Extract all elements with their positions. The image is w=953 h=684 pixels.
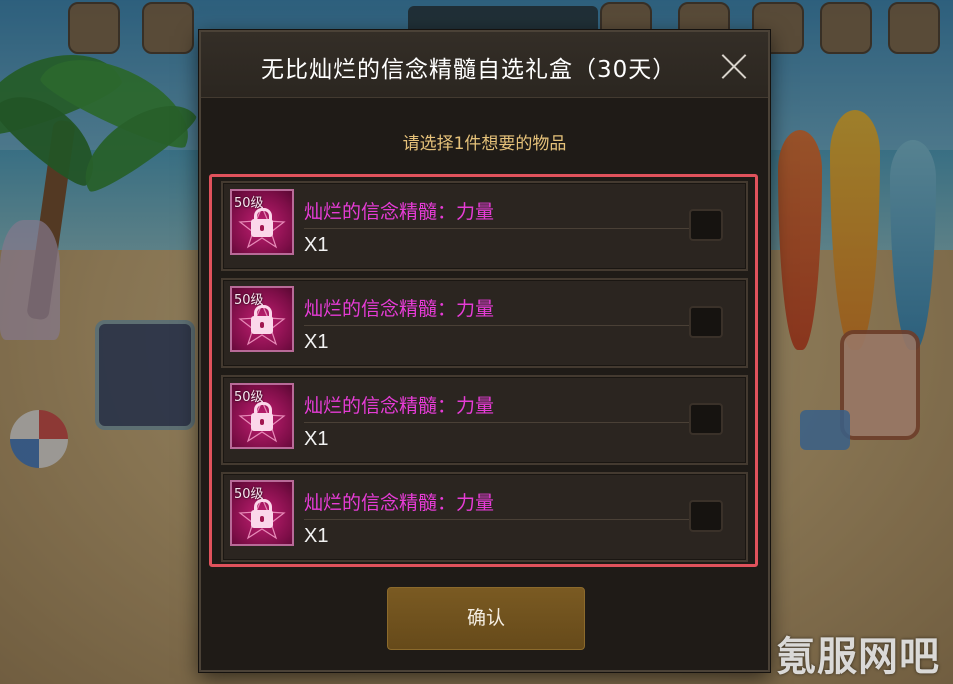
item-divider: [304, 519, 698, 520]
item-quantity: X1: [304, 525, 329, 547]
item-checkbox[interactable]: [689, 500, 723, 532]
item-checkbox[interactable]: [689, 306, 723, 338]
dialog-title: 无比灿烂的信念精髓自选礼盒（30天）: [261, 57, 677, 83]
item-quantity: X1: [304, 428, 329, 450]
lock-icon: [251, 208, 273, 237]
item-divider: [304, 228, 698, 229]
item-icon: 50级: [230, 383, 294, 449]
item-list: 50级 灿烂的信念精髓：力量 X1 50级 灿烂的信念精髓：力量 X1 50级 …: [209, 174, 758, 567]
item-checkbox[interactable]: [689, 209, 723, 241]
gift-box-dialog: 无比灿烂的信念精髓自选礼盒（30天） 请选择1件想要的物品 50级 灿烂的信念精…: [199, 30, 770, 672]
item-name: 灿烂的信念精髓：力量: [304, 492, 495, 514]
item-checkbox[interactable]: [689, 403, 723, 435]
list-item[interactable]: 50级 灿烂的信念精髓：力量 X1: [221, 278, 748, 368]
lock-icon: [251, 305, 273, 334]
selection-instruction: 请选择1件想要的物品: [402, 134, 567, 154]
item-quantity: X1: [304, 331, 329, 353]
dialog-header: 无比灿烂的信念精髓自选礼盒（30天）: [201, 32, 768, 98]
list-item[interactable]: 50级 灿烂的信念精髓：力量 X1: [221, 375, 748, 465]
item-icon: 50级: [230, 480, 294, 546]
item-icon: 50级: [230, 286, 294, 352]
confirm-button[interactable]: 确认: [387, 587, 585, 650]
dialog-body: 请选择1件想要的物品 50级 灿烂的信念精髓：力量 X1 50级 灿烂的信念精髓…: [201, 98, 768, 670]
item-name: 灿烂的信念精髓：力量: [304, 395, 495, 417]
list-item[interactable]: 50级 灿烂的信念精髓：力量 X1: [221, 181, 748, 271]
item-divider: [304, 325, 698, 326]
item-name: 灿烂的信念精髓：力量: [304, 298, 495, 320]
lock-icon: [251, 402, 273, 431]
watermark-logo: 氪服网吧: [776, 634, 940, 680]
list-item[interactable]: 50级 灿烂的信念精髓：力量 X1: [221, 472, 748, 562]
close-icon[interactable]: [720, 52, 748, 80]
item-name: 灿烂的信念精髓：力量: [304, 201, 495, 223]
lock-icon: [251, 499, 273, 528]
item-divider: [304, 422, 698, 423]
item-icon: 50级: [230, 189, 294, 255]
item-quantity: X1: [304, 234, 329, 256]
